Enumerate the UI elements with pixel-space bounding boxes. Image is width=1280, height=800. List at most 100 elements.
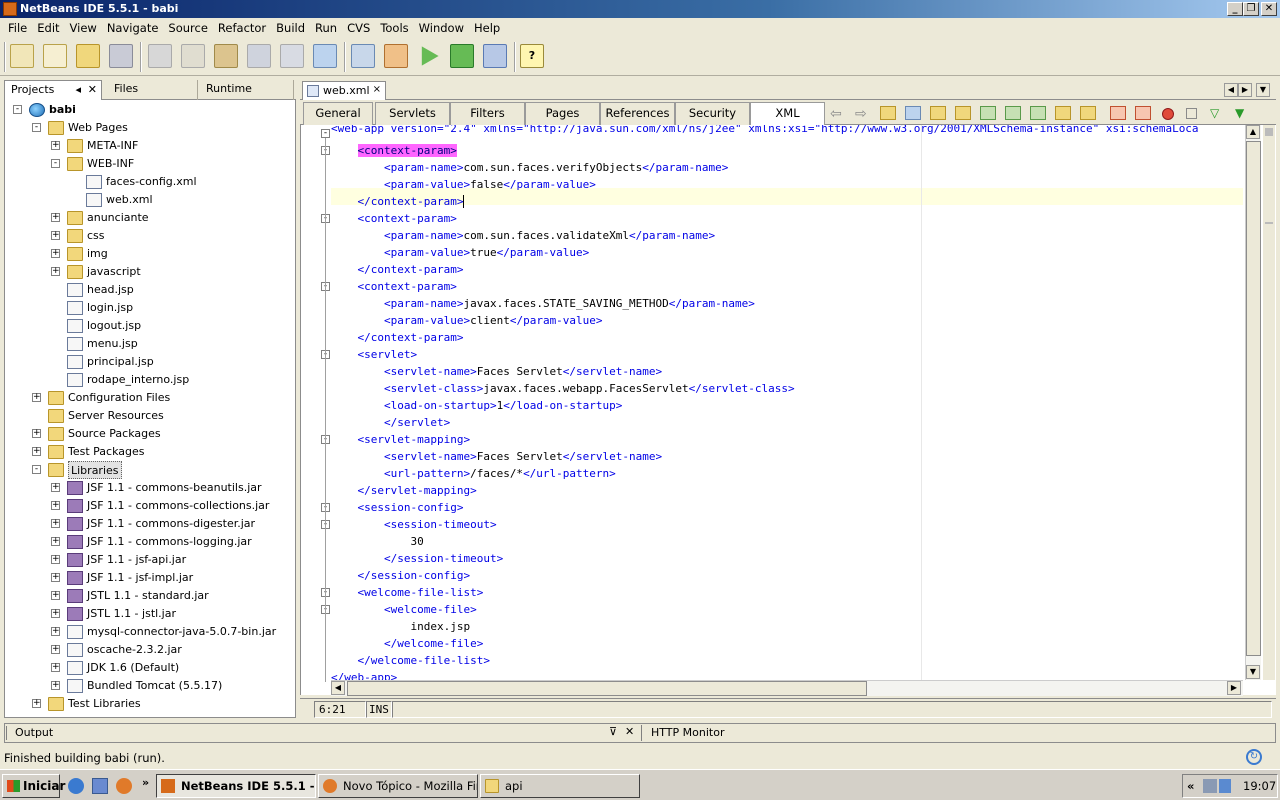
new-project-icon[interactable] (10, 44, 34, 68)
expand-node-icon[interactable]: + (51, 483, 60, 492)
menu-build[interactable]: Build (271, 21, 310, 35)
tree-node-label[interactable]: web.xml (106, 191, 153, 209)
expand-node-icon[interactable]: + (51, 267, 60, 276)
menu-run[interactable]: Run (310, 21, 342, 35)
tree-node-label[interactable]: Test Packages (68, 443, 144, 461)
tab-servlets[interactable]: Servlets (375, 102, 450, 125)
shift-left-icon[interactable] (1055, 106, 1071, 120)
expand-node-icon[interactable]: + (51, 231, 60, 240)
tree-node-label[interactable]: Web Pages (68, 119, 128, 137)
paste-icon[interactable] (214, 44, 238, 68)
tree-node-label[interactable]: Server Resources (68, 407, 164, 425)
tree-node-label[interactable]: JSF 1.1 - commons-digester.jar (87, 515, 255, 533)
tab-projects[interactable]: Projects ✕ ◂ (4, 80, 102, 100)
next-bookmark-icon[interactable] (1005, 106, 1021, 120)
expand-node-icon[interactable]: + (51, 627, 60, 636)
code-area[interactable]: <web-app version="2.4" xmlns="http://jav… (331, 125, 1243, 680)
tree-node-label[interactable]: Source Packages (68, 425, 161, 443)
tree-node-label[interactable]: oscache-2.3.2.jar (87, 641, 182, 659)
find-previous-icon[interactable] (880, 106, 896, 120)
start-button[interactable]: Iniciar (2, 774, 65, 798)
tree-node-label[interactable]: menu.jsp (87, 335, 138, 353)
output-dropdown-icon[interactable]: ⊽ (609, 725, 617, 738)
tab-general[interactable]: General (303, 102, 373, 125)
expand-node-icon[interactable]: + (51, 573, 60, 582)
previous-bookmark-icon[interactable] (980, 106, 996, 120)
expand-node-icon[interactable]: + (51, 645, 60, 654)
tab-filters[interactable]: Filters (450, 102, 525, 125)
tree-node-label[interactable]: anunciante (87, 209, 149, 227)
menu-file[interactable]: File (3, 21, 32, 35)
tab-runtime[interactable]: Runtime (200, 80, 294, 100)
expand-node-icon[interactable]: + (51, 591, 60, 600)
expand-node-icon[interactable]: + (51, 141, 60, 150)
help-icon[interactable]: ? (520, 44, 544, 68)
forward-icon[interactable]: ⇨ (855, 106, 871, 122)
clean-build-icon[interactable] (384, 44, 408, 68)
expand-node-icon[interactable]: + (51, 249, 60, 258)
tree-node-label[interactable]: JSTL 1.1 - jstl.jar (87, 605, 176, 623)
collapse-node-icon[interactable]: - (32, 465, 41, 474)
tree-node-label[interactable]: principal.jsp (87, 353, 154, 371)
close-button[interactable]: ✕ (1261, 2, 1277, 16)
validate-xml-icon[interactable]: ▼ (1235, 106, 1251, 120)
redo-icon[interactable] (280, 44, 304, 68)
tree-node-label[interactable]: META-INF (87, 137, 138, 155)
scroll-down-icon[interactable]: ▼ (1246, 665, 1260, 679)
tree-node-label[interactable]: babi (49, 101, 76, 119)
maximize-button[interactable]: ❐ (1243, 2, 1259, 16)
run-main-project-icon[interactable] (421, 46, 439, 66)
tree-node-label[interactable]: JSF 1.1 - commons-beanutils.jar (87, 479, 262, 497)
quick-launch-chevron[interactable]: » (142, 776, 149, 789)
show-desktop-icon[interactable] (92, 778, 108, 794)
collapse-node-icon[interactable]: - (51, 159, 60, 168)
tab-xml[interactable]: XML (750, 102, 825, 126)
internet-explorer-icon[interactable] (68, 778, 84, 794)
fold-toggle-icon[interactable]: - (321, 129, 330, 138)
code-editor[interactable]: ---------- <web-app version="2.4" xmlns=… (300, 125, 1276, 696)
minimize-button[interactable]: _ (1227, 2, 1243, 16)
expand-node-icon[interactable]: + (32, 447, 41, 456)
undo-icon[interactable] (247, 44, 271, 68)
uncomment-icon[interactable] (1135, 106, 1151, 120)
tab-security[interactable]: Security (675, 102, 750, 125)
tab-pages[interactable]: Pages (525, 102, 600, 125)
tree-node-label[interactable]: Test Libraries (68, 695, 141, 713)
tree-node-label[interactable]: JSF 1.1 - commons-collections.jar (87, 497, 269, 515)
tab-close-icon[interactable]: × (373, 84, 381, 95)
refresh-icon[interactable]: ↻ (1246, 749, 1262, 765)
minimize-window-icon[interactable]: ◂ (75, 83, 81, 96)
scroll-tabs-right-icon[interactable]: ▶ (1238, 83, 1252, 97)
tray-expand-icon[interactable]: « (1187, 775, 1194, 797)
expand-node-icon[interactable]: + (51, 555, 60, 564)
scroll-up-icon[interactable]: ▲ (1246, 125, 1260, 139)
debug-main-project-icon[interactable] (450, 44, 474, 68)
new-file-icon[interactable] (43, 44, 67, 68)
tree-node-label[interactable]: WEB-INF (87, 155, 134, 173)
tree-node-label[interactable]: JSF 1.1 - jsf-api.jar (87, 551, 186, 569)
task-folder-api[interactable]: api (480, 774, 640, 798)
output-tab[interactable]: Output (15, 726, 53, 739)
output-close-icon[interactable]: ✕ (625, 725, 634, 738)
tab-files[interactable]: Files (108, 80, 198, 100)
volume-icon[interactable] (1219, 779, 1231, 793)
expand-node-icon[interactable]: + (51, 213, 60, 222)
menu-refactor[interactable]: Refactor (213, 21, 271, 35)
expand-node-icon[interactable]: + (51, 501, 60, 510)
tab-references[interactable]: References (600, 102, 675, 125)
tree-node-label[interactable]: head.jsp (87, 281, 134, 299)
tree-node-label[interactable]: JSF 1.1 - commons-logging.jar (87, 533, 252, 551)
expand-node-icon[interactable]: + (32, 699, 41, 708)
horizontal-scroll-thumb[interactable] (347, 681, 867, 696)
menu-source[interactable]: Source (163, 21, 213, 35)
tree-node-label[interactable]: javascript (87, 263, 141, 281)
menu-cvs[interactable]: CVS (342, 21, 375, 35)
profile-main-project-icon[interactable] (483, 44, 507, 68)
tree-node-label[interactable]: logout.jsp (87, 317, 141, 335)
tree-node-label[interactable]: faces-config.xml (106, 173, 197, 191)
find-next-icon[interactable] (930, 106, 946, 120)
shift-right-icon[interactable] (1080, 106, 1096, 120)
network-icon[interactable] (1203, 779, 1217, 793)
collapse-node-icon[interactable]: - (13, 105, 22, 114)
task-netbeans[interactable]: NetBeans IDE 5.5.1 - b... (156, 774, 316, 798)
